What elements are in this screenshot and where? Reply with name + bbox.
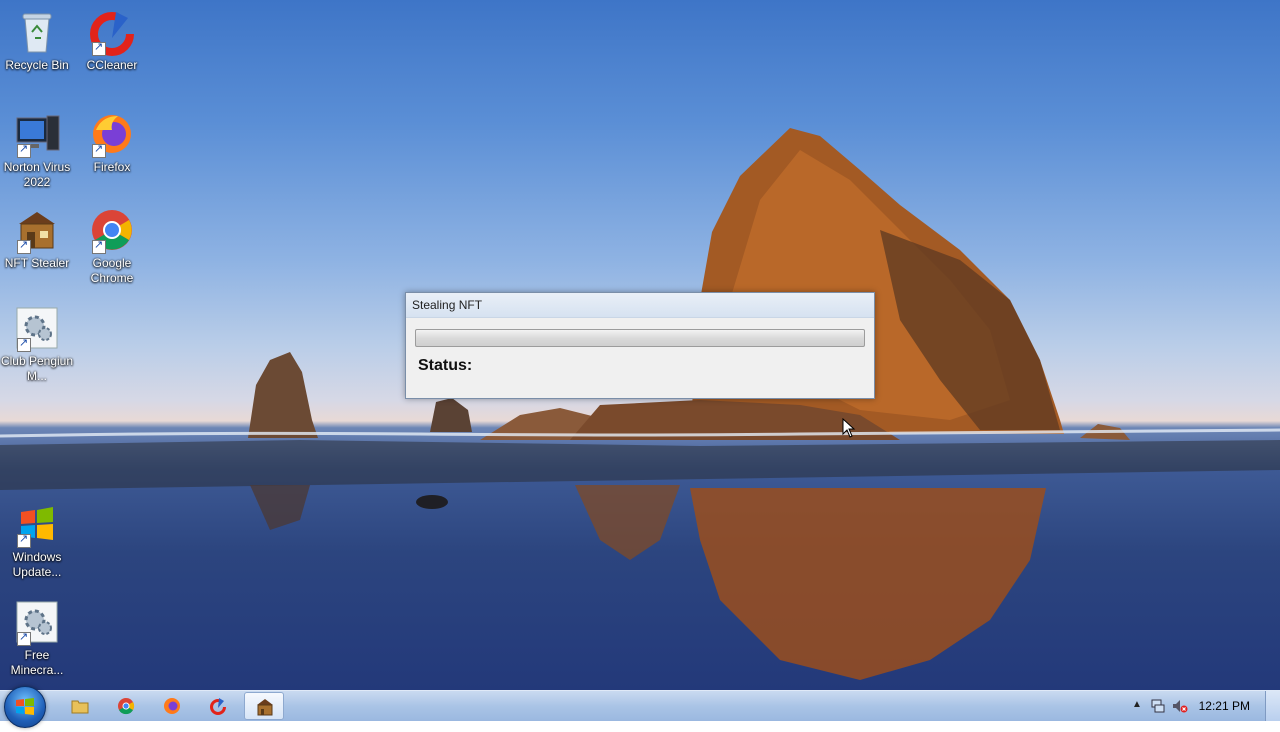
dialog-titlebar[interactable]: Stealing NFT xyxy=(406,293,874,318)
desktop[interactable]: Recycle Bin CCleaner Norton Virus 2022 xyxy=(0,0,1280,690)
taskbar-nft-stealer[interactable] xyxy=(244,692,284,720)
setup-icon xyxy=(13,304,61,352)
status-label: Status: xyxy=(418,357,473,374)
windows-start-icon xyxy=(16,698,34,715)
desktop-icon-label: Norton Virus 2022 xyxy=(3,160,71,189)
nft-stealer-icon xyxy=(257,699,273,716)
desktop-icon-label: CCleaner xyxy=(86,58,138,72)
taskbar-ccleaner[interactable] xyxy=(198,692,238,720)
desktop-icon-label: Google Chrome xyxy=(90,256,134,285)
show-hidden-icons-icon[interactable]: ▲ xyxy=(1132,699,1142,710)
desktop-icon-free-minecraft[interactable]: Free Minecra... xyxy=(0,598,74,678)
file-explorer-icon xyxy=(71,700,89,714)
volume-muted-icon[interactable] xyxy=(1172,698,1188,714)
dialog-title: Stealing NFT xyxy=(412,298,483,312)
firefox-icon xyxy=(164,698,180,714)
desktop-icon-firefox[interactable]: Firefox xyxy=(75,110,149,175)
chrome-icon xyxy=(118,698,135,715)
clock[interactable]: 12:21 PM xyxy=(1199,699,1250,713)
desktop-icon-label: Recycle Bin xyxy=(5,58,69,72)
desktop-icon-ccleaner[interactable]: CCleaner xyxy=(75,8,149,73)
desktop-icon-label: NFT Stealer xyxy=(4,256,70,270)
taskbar-firefox[interactable] xyxy=(152,692,192,720)
taskbar-file-explorer[interactable] xyxy=(60,692,100,720)
show-desktop-button[interactable] xyxy=(1265,691,1280,721)
setup-icon xyxy=(13,598,61,646)
chrome-icon xyxy=(88,206,136,254)
firefox-icon xyxy=(88,110,136,158)
desktop-icon-club-penguin[interactable]: Club Pengiun M... xyxy=(0,304,74,384)
system-tray: ▲ 12:21 PM xyxy=(1120,691,1280,721)
desktop-icon-label: Club Pengiun M... xyxy=(0,354,74,383)
start-button[interactable] xyxy=(4,686,46,728)
norton-icon xyxy=(13,110,61,158)
progress-bar xyxy=(415,329,865,347)
network-icon[interactable] xyxy=(1150,698,1166,714)
windows-update-icon xyxy=(13,500,61,548)
desktop-icon-chrome[interactable]: Google Chrome xyxy=(75,206,149,286)
desktop-icon-label: Windows Update... xyxy=(12,550,62,579)
ccleaner-icon xyxy=(88,8,136,56)
stealing-nft-dialog[interactable]: Stealing NFT Status: xyxy=(405,292,875,399)
taskbar-chrome[interactable] xyxy=(106,692,146,720)
desktop-icon-label: Firefox xyxy=(93,160,131,174)
mouse-cursor-icon xyxy=(842,418,856,438)
taskbar: ▲ 12:21 PM xyxy=(0,686,1280,728)
nft-stealer-icon xyxy=(13,206,61,254)
desktop-icon-norton[interactable]: Norton Virus 2022 xyxy=(0,110,74,190)
desktop-icon-label: Free Minecra... xyxy=(10,648,64,677)
desktop-icon-recycle-bin[interactable]: Recycle Bin xyxy=(0,8,74,73)
ccleaner-icon xyxy=(210,698,226,715)
recycle-bin-icon xyxy=(13,8,61,56)
desktop-icon-nft-stealer[interactable]: NFT Stealer xyxy=(0,206,74,271)
desktop-icon-windows-update[interactable]: Windows Update... xyxy=(0,500,74,580)
